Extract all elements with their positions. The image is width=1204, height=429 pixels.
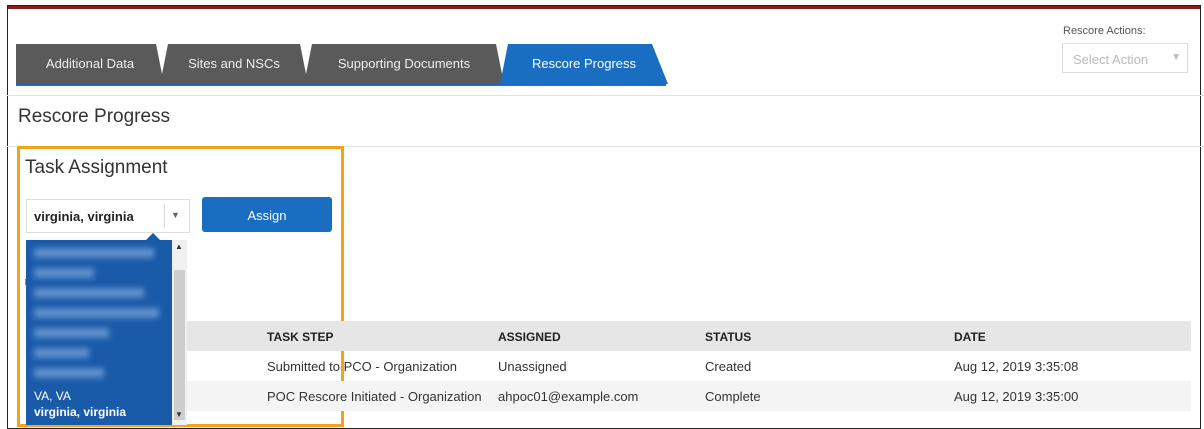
cell-task-step: POC Rescore Initiated - Organization xyxy=(267,389,482,404)
column-header-assigned: ASSIGNED xyxy=(498,330,561,344)
dropdown-option[interactable]: VA, VA xyxy=(34,389,71,403)
tab-label: Additional Data xyxy=(45,56,135,71)
cell-status: Created xyxy=(705,359,752,374)
cell-assigned: ahpoc01@example.com xyxy=(498,389,639,404)
dropdown-option-redacted[interactable] xyxy=(34,268,94,278)
cell-assigned: Unassigned xyxy=(498,359,567,374)
table-row: Submitted to PCO - Organization Unassign… xyxy=(187,351,1191,381)
cell-date: Aug 12, 2019 3:35:08 xyxy=(954,359,1079,374)
dropdown-option-redacted[interactable] xyxy=(34,328,109,338)
tab-additional-data[interactable]: Additional Data xyxy=(16,44,164,84)
tab-label: Sites and NSCs xyxy=(188,56,280,71)
scrollbar-thumb[interactable] xyxy=(174,270,185,420)
user-select-value: virginia, virginia xyxy=(34,209,134,224)
user-select[interactable]: virginia, virginia ▼ xyxy=(26,199,190,233)
select-action-placeholder: Select Action xyxy=(1073,52,1149,67)
column-header-date: DATE xyxy=(954,330,986,344)
chevron-down-icon: ▼ xyxy=(1171,52,1181,63)
dropdown-pointer xyxy=(146,233,160,240)
dropdown-option-redacted[interactable] xyxy=(34,348,89,358)
dropdown-option-redacted[interactable] xyxy=(34,248,154,258)
dropdown-option-selected[interactable]: virginia, virginia xyxy=(34,405,126,419)
divider xyxy=(7,95,1204,96)
column-header-task-step: TASK STEP xyxy=(267,330,334,344)
dropdown-option-redacted[interactable] xyxy=(34,288,144,298)
cell-status: Complete xyxy=(705,389,761,404)
tab-sites-and-nscs[interactable]: Sites and NSCs xyxy=(160,44,308,84)
column-header-status: STATUS xyxy=(705,330,752,344)
rescore-actions-label: Rescore Actions: xyxy=(1063,25,1146,37)
dropdown-option-redacted[interactable] xyxy=(34,368,104,378)
dropdown-option-redacted[interactable] xyxy=(34,308,159,318)
scroll-up-icon[interactable]: ▲ xyxy=(175,242,183,251)
tab-label: Rescore Progress xyxy=(531,56,637,71)
chevron-down-icon: ▼ xyxy=(171,210,180,220)
table-header: TASK STEP ASSIGNED STATUS DATE xyxy=(187,321,1191,351)
user-dropdown-list[interactable]: VA, VA virginia, virginia xyxy=(26,240,187,425)
tab-supporting-documents[interactable]: Supporting Documents xyxy=(304,44,504,84)
cell-date: Aug 12, 2019 3:35:00 xyxy=(954,389,1079,404)
table-row: POC Rescore Initiated - Organization ahp… xyxy=(187,381,1191,411)
task-assignment-title: Task Assignment xyxy=(25,157,168,178)
assign-button[interactable]: Assign xyxy=(202,197,332,232)
select-action-dropdown[interactable]: Select Action ▼ xyxy=(1062,43,1188,73)
tab-label: Supporting Documents xyxy=(337,56,471,71)
select-separator xyxy=(164,204,165,228)
scroll-down-icon[interactable]: ▼ xyxy=(175,410,183,419)
tab-underline xyxy=(16,84,666,86)
dropdown-scrollbar[interactable]: ▲ ▼ xyxy=(172,240,187,425)
top-bar xyxy=(8,6,1200,9)
cell-task-step: Submitted to PCO - Organization xyxy=(267,359,458,374)
tab-rescore-progress[interactable]: Rescore Progress xyxy=(500,44,668,84)
page-title: Rescore Progress xyxy=(18,106,171,127)
